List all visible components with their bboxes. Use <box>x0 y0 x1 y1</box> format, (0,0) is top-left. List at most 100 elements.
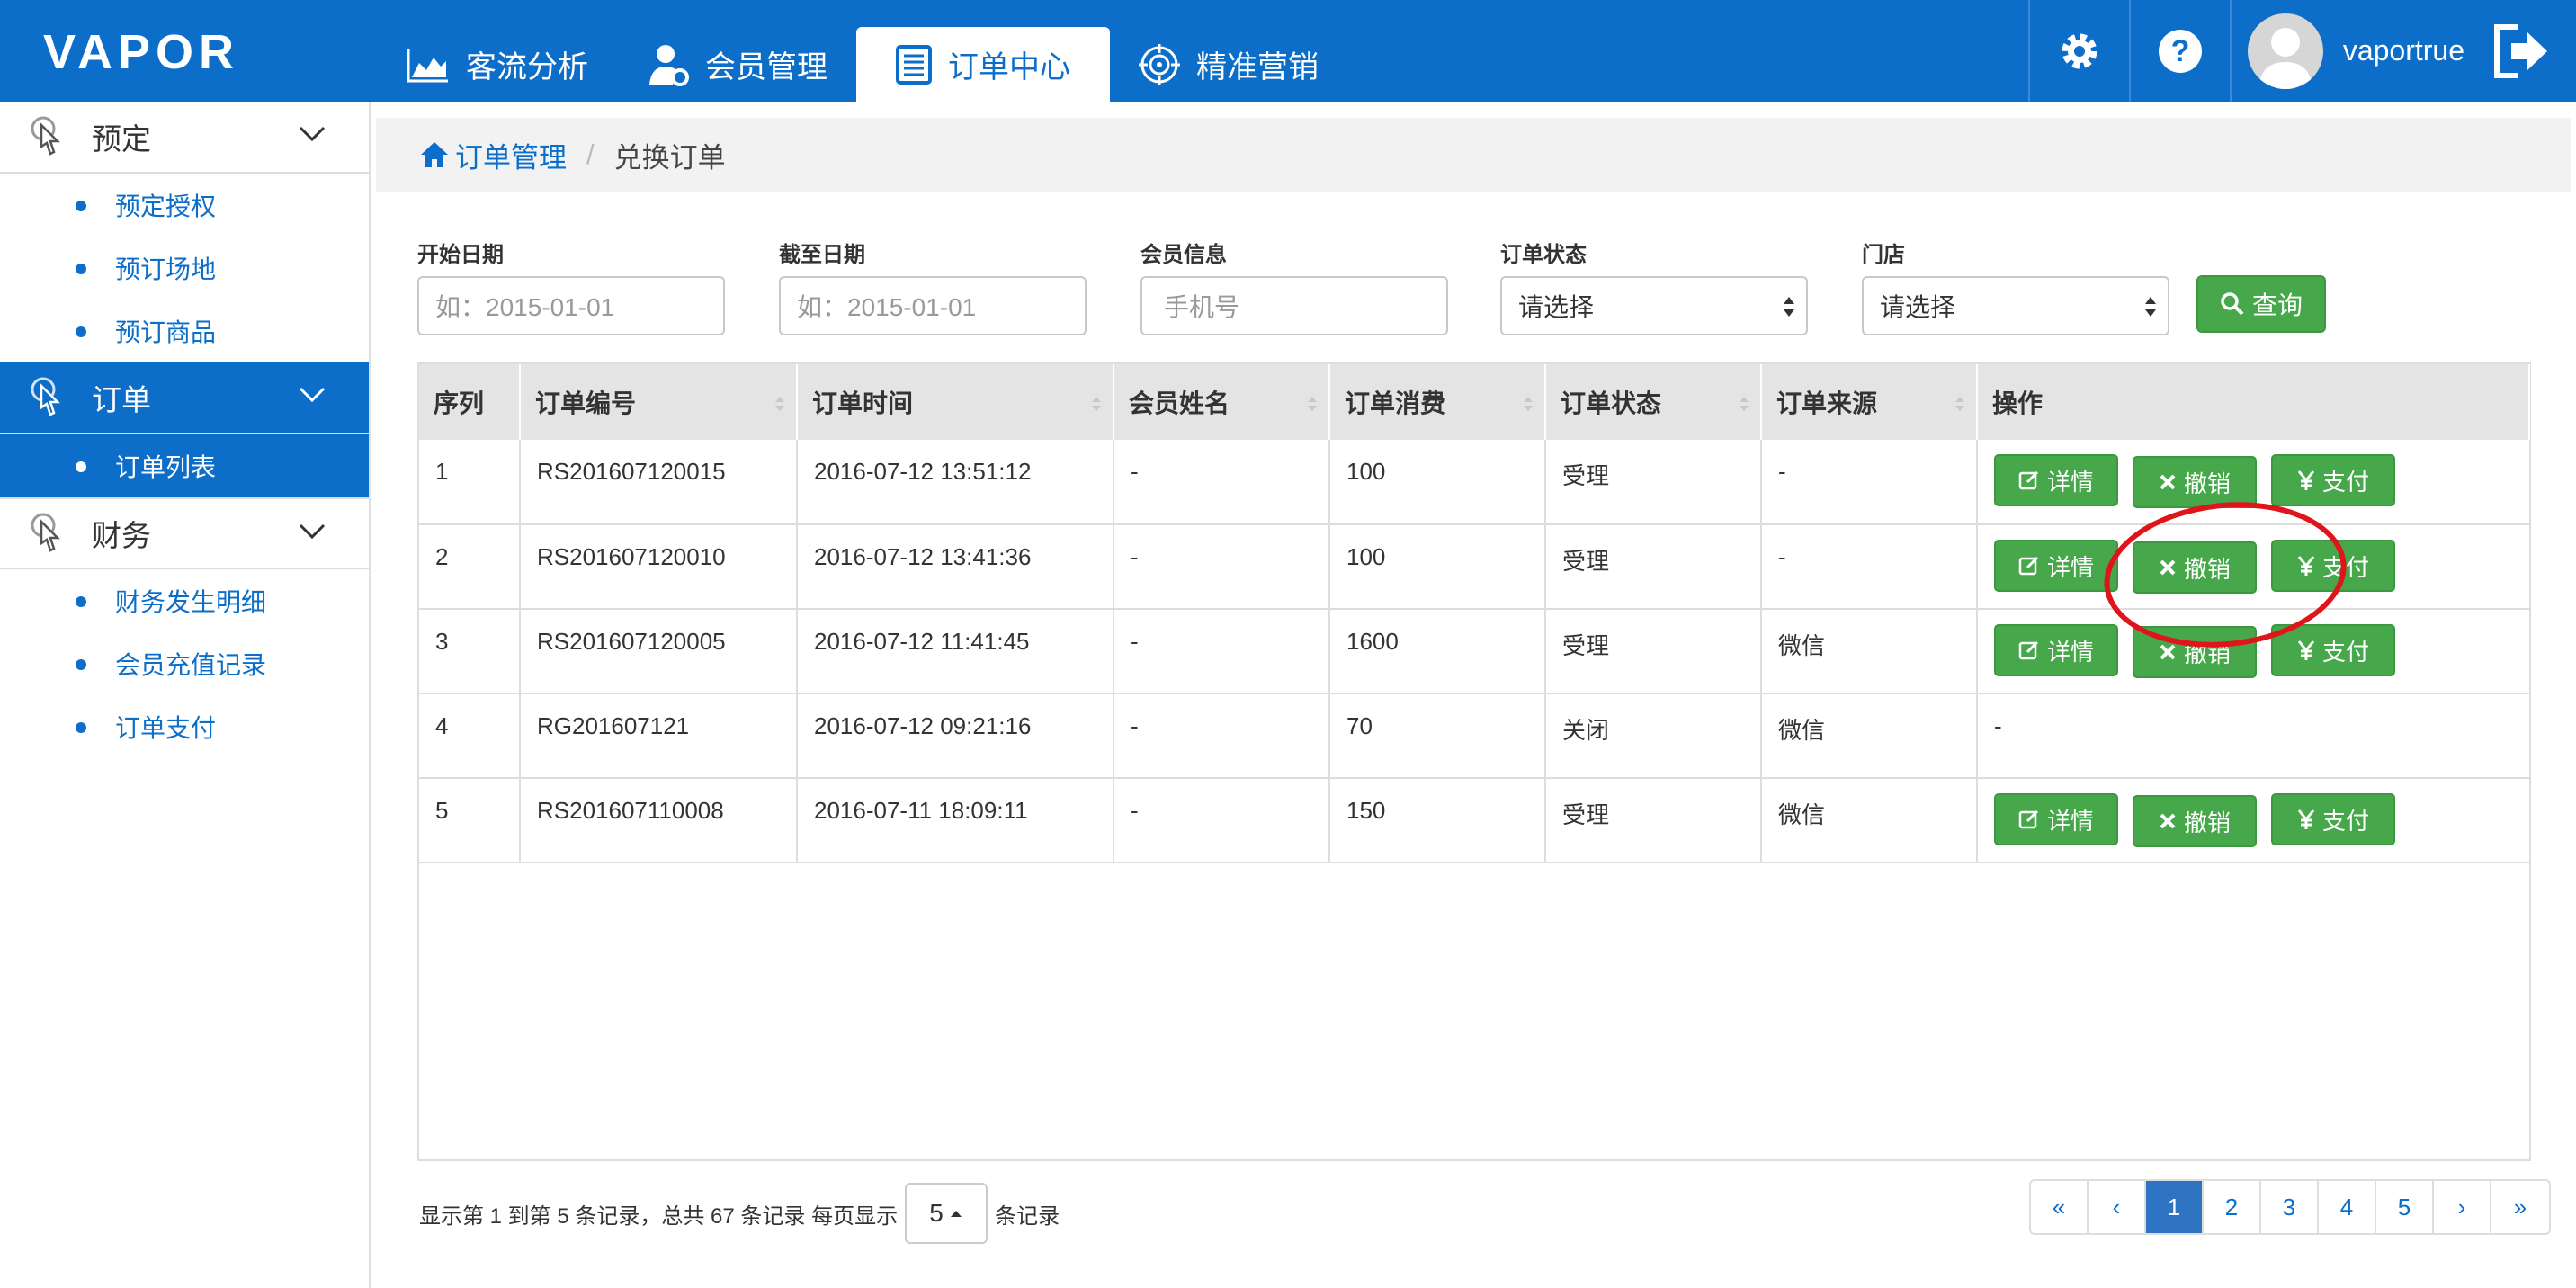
caret-up-icon <box>950 1211 962 1217</box>
col-header-order-no[interactable]: 订单编号 <box>520 364 798 440</box>
page-button[interactable]: 2 <box>2204 1181 2261 1233</box>
sidebar-item-book-venue[interactable]: 预订场地 <box>0 237 369 300</box>
sort-icon <box>775 397 784 411</box>
filter-member: 会员信息 手机号 <box>1140 237 1448 335</box>
col-header-member-name[interactable]: 会员姓名 <box>1114 364 1330 440</box>
page-button[interactable]: 5 <box>2376 1181 2434 1233</box>
cell-actions: 详情 撤销 支付 <box>1977 778 2529 863</box>
cell-status: 受理 <box>1545 609 1762 693</box>
detail-button[interactable]: 详情 <box>1994 624 2118 676</box>
sidebar-group-reservation[interactable]: 预定 <box>0 102 369 174</box>
gear-icon <box>2062 33 2097 68</box>
col-header-amount[interactable]: 订单消费 <box>1329 364 1546 440</box>
col-header-actions: 操作 <box>1977 364 2530 440</box>
chevron-down-icon <box>299 387 326 403</box>
end-date-input[interactable]: 如：2015-01-01 <box>779 276 1087 335</box>
col-header-seq[interactable]: 序列 <box>419 364 521 440</box>
cell-order-time: 2016-07-11 18:09:11 <box>797 778 1114 863</box>
col-header-status[interactable]: 订单状态 <box>1545 364 1762 440</box>
cell-member-name: - <box>1114 778 1330 863</box>
pointer-hand-icon <box>31 116 61 156</box>
page-button[interactable]: 4 <box>2319 1181 2376 1233</box>
sidebar-item-recharge-record[interactable]: 会员充值记录 <box>0 632 369 695</box>
user-menu[interactable]: vaportrue <box>2229 0 2576 102</box>
list-icon <box>896 44 932 85</box>
breadcrumb-home[interactable]: 订单管理 <box>419 135 567 175</box>
cell-source: 微信 <box>1761 693 1978 778</box>
vapor-logo[interactable]: VAPOR <box>43 25 318 77</box>
cell-member-name: - <box>1114 440 1330 524</box>
sidebar-group-label: 预定 <box>92 122 151 156</box>
sidebar-item-reservation-auth[interactable]: 预定授权 <box>0 174 369 237</box>
cell-status: 受理 <box>1545 778 1762 863</box>
cell-member-name: - <box>1114 524 1330 609</box>
select-arrows-icon <box>2145 297 2156 317</box>
orders-table-container: 序列 订单编号 订单时间 会员姓名 订单消费 订单状态 订单来源 操作 1 RS2… <box>417 362 2531 1161</box>
pointer-hand-icon <box>31 513 61 552</box>
cell-seq: 4 <box>419 693 521 778</box>
nav-member-management[interactable]: 会员管理 <box>617 27 856 102</box>
sidebar-item-book-goods[interactable]: 预订商品 <box>0 300 369 362</box>
cell-order-time: 2016-07-12 11:41:45 <box>797 609 1114 693</box>
col-header-order-time[interactable]: 订单时间 <box>797 364 1114 440</box>
cell-source: 微信 <box>1761 609 1978 693</box>
page-button[interactable]: › <box>2434 1181 2491 1233</box>
table-row: 4 RG201607121 2016-07-12 09:21:16-70 关闭 微信 - <box>419 693 2529 778</box>
page-button[interactable]: 3 <box>2261 1181 2319 1233</box>
chevron-down-icon <box>299 126 326 142</box>
nav-label: 会员管理 <box>705 50 827 85</box>
cancel-button[interactable]: 撤销 <box>2133 795 2257 847</box>
sidebar-group-orders[interactable]: 订单 <box>0 362 369 434</box>
page-button[interactable]: » <box>2491 1181 2549 1233</box>
svg-text:?: ? <box>2170 34 2189 68</box>
sidebar-item-order-list[interactable]: 订单列表 <box>0 434 369 497</box>
sort-icon <box>1740 397 1749 411</box>
cell-order-time: 2016-07-12 13:51:12 <box>797 440 1114 524</box>
sidebar-item-finance-detail[interactable]: 财务发生明细 <box>0 569 369 632</box>
cancel-button[interactable]: 撤销 <box>2133 456 2257 508</box>
page-button[interactable]: 1 <box>2146 1181 2204 1233</box>
sidebar-group-label: 订单 <box>92 383 151 416</box>
sort-icon <box>1524 397 1533 411</box>
detail-button[interactable]: 详情 <box>1994 793 2118 845</box>
detail-button[interactable]: 详情 <box>1994 454 2118 506</box>
sort-icon <box>1308 397 1317 411</box>
cell-status: 受理 <box>1545 440 1762 524</box>
yen-icon <box>2297 640 2315 660</box>
chevron-down-icon <box>299 523 326 540</box>
pay-button[interactable]: 支付 <box>2271 454 2395 506</box>
query-button[interactable]: 查询 <box>2196 275 2326 333</box>
page-size-select[interactable]: 5 <box>905 1183 988 1244</box>
breadcrumb-separator: / <box>586 139 595 170</box>
sidebar-item-order-payment[interactable]: 订单支付 <box>0 695 369 758</box>
detail-button[interactable]: 详情 <box>1994 540 2118 592</box>
start-date-input[interactable]: 如：2015-01-01 <box>417 276 725 335</box>
store-select[interactable]: 请选择 <box>1862 276 2169 335</box>
pay-button[interactable]: 支付 <box>2271 793 2395 845</box>
cell-amount: 100 <box>1329 524 1546 609</box>
sidebar-group-finance[interactable]: 财务 <box>0 497 369 569</box>
nav-precision-marketing[interactable]: 精准营销 <box>1110 27 1347 102</box>
settings-button[interactable] <box>2027 0 2129 102</box>
edit-icon <box>2018 809 2039 829</box>
avatar <box>2247 13 2323 89</box>
end-date-label: 截至日期 <box>779 243 865 267</box>
col-header-source[interactable]: 订单来源 <box>1761 364 1978 440</box>
member-label: 会员信息 <box>1140 243 1227 267</box>
member-phone-input[interactable]: 手机号 <box>1140 276 1448 335</box>
help-button[interactable]: ? <box>2128 0 2230 102</box>
page-button[interactable]: « <box>2031 1181 2089 1233</box>
order-status-select[interactable]: 请选择 <box>1500 276 1808 335</box>
cell-source: 微信 <box>1761 778 1978 863</box>
nav-order-center[interactable]: 订单中心 <box>856 27 1110 102</box>
yen-icon <box>2297 470 2315 490</box>
cell-amount: 150 <box>1329 778 1546 863</box>
logout-icon[interactable] <box>2491 23 2549 79</box>
nav-traffic-analysis[interactable]: 客流分析 <box>378 27 617 102</box>
table-row: 5 RS201607110008 2016-07-11 18:09:11-150 受理… <box>419 778 2529 863</box>
page-button[interactable]: ‹ <box>2089 1181 2146 1233</box>
cell-order-no: RS201607120010 <box>520 524 798 609</box>
pay-button[interactable]: 支付 <box>2271 624 2395 676</box>
area-chart-icon <box>407 48 448 82</box>
record-summary: 显示第 1 到第 5 条记录，总共 67 条记录 每页显示 <box>419 1203 899 1229</box>
